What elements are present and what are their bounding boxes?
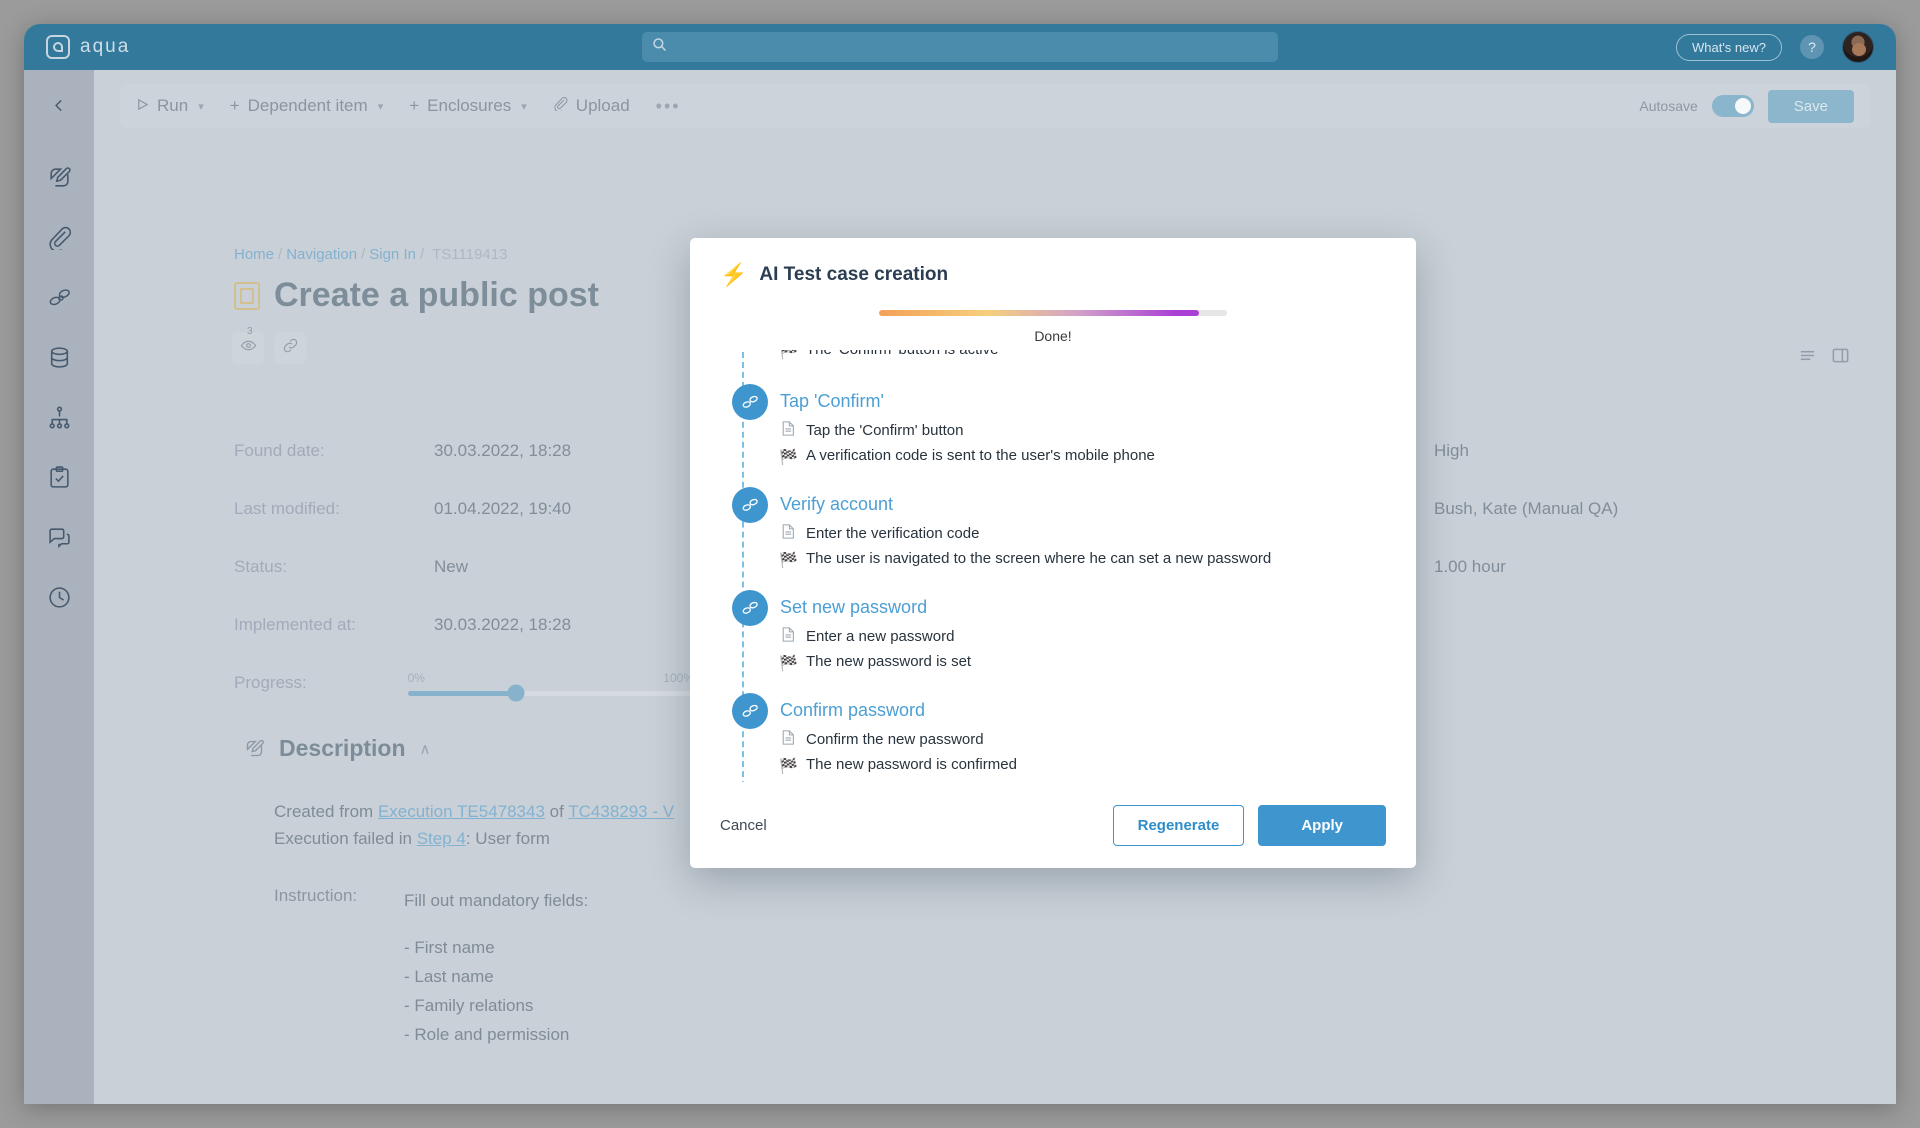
step-title: Verify account [780, 487, 1386, 515]
sidebar-item-history-icon[interactable] [42, 580, 76, 614]
collapse-panel-icon[interactable] [42, 88, 76, 122]
step-expected-text: The new password is confirmed [806, 753, 1017, 776]
flag-icon: 🏁 [780, 547, 797, 572]
sidebar-item-hierarchy-icon[interactable] [42, 400, 76, 434]
document-icon [780, 419, 797, 436]
apply-button[interactable]: Apply [1258, 805, 1386, 846]
step-expected-text: A verification code is sent to the user'… [806, 444, 1155, 467]
step-action: Tap the 'Confirm' button [780, 419, 1386, 442]
step-expected-text: The user is navigated to the screen wher… [806, 547, 1271, 570]
step-action: Confirm the new password [780, 728, 1386, 751]
step-footprints-icon [732, 487, 768, 523]
modal-footer: Cancel Regenerate Apply [690, 782, 1416, 868]
step-expected: 🏁 The new password is confirmed [780, 753, 1386, 778]
lightning-bolt-icon: ⚡ [720, 264, 747, 286]
step-expected: 🏁 A verification code is sent to the use… [780, 444, 1386, 469]
sidebar-item-edit-icon[interactable] [42, 160, 76, 194]
step-action-text: Enter a new password [806, 625, 954, 648]
search-icon [652, 37, 667, 57]
sidebar-item-test-steps-icon[interactable] [42, 280, 76, 314]
step-expected: 🏁 The user is navigated to the screen wh… [780, 547, 1386, 572]
step-action: Enter the verification code [780, 522, 1386, 545]
document-icon [780, 728, 797, 745]
app-body: Run ▾ + Dependent item ▾ + Enclosures ▾ [24, 70, 1896, 1104]
main-content: Run ▾ + Dependent item ▾ + Enclosures ▾ [94, 70, 1896, 1104]
sidebar-item-database-icon[interactable] [42, 340, 76, 374]
generated-step: Tap 'Confirm' Tap the 'Confirm' button [728, 384, 1386, 469]
step-title: Confirm password [780, 693, 1386, 721]
top-header-bar: aqua What's new? ? [24, 24, 1896, 70]
screen-root: aqua What's new? ? [0, 0, 1920, 1128]
document-icon [780, 625, 797, 642]
step-action-text: Enter the verification code [806, 522, 979, 545]
generated-steps-list[interactable]: 🏁 The 'Confirm' button is active [690, 350, 1416, 782]
step-title: Set new password [780, 590, 1386, 618]
step-footprints-icon [732, 590, 768, 626]
help-icon[interactable]: ? [1800, 35, 1824, 59]
whats-new-button[interactable]: What's new? [1676, 34, 1782, 61]
modal-header: ⚡ AI Test case creation [690, 238, 1416, 286]
step-action-text: Tap the 'Confirm' button [806, 419, 963, 442]
modal-primary-actions: Regenerate Apply [1113, 805, 1386, 846]
flag-icon: 🏁 [780, 350, 797, 362]
left-icon-rail [24, 70, 94, 1104]
step-footprints-icon [732, 693, 768, 729]
generation-progress: Done! [690, 286, 1416, 344]
top-header-actions: What's new? ? [1676, 31, 1874, 63]
cancel-button[interactable]: Cancel [720, 817, 767, 834]
sidebar-item-attachment-icon[interactable] [42, 220, 76, 254]
generation-progress-label: Done! [690, 328, 1416, 344]
step-action-text: Confirm the new password [806, 728, 984, 751]
flag-icon: 🏁 [780, 650, 797, 675]
modal-title: AI Test case creation [759, 264, 948, 286]
step-action: Enter a new password [780, 625, 1386, 648]
generation-progress-bar [879, 310, 1227, 316]
app-window: aqua What's new? ? [24, 24, 1896, 1104]
sidebar-item-comments-icon[interactable] [42, 520, 76, 554]
app-logo[interactable]: aqua [46, 35, 130, 59]
regenerate-button[interactable]: Regenerate [1113, 805, 1245, 846]
document-icon [780, 522, 797, 539]
step-title: Tap 'Confirm' [780, 384, 1386, 412]
aqua-logo-icon [46, 35, 70, 59]
generated-step: Verify account Enter the verification co… [728, 487, 1386, 572]
sidebar-item-checklist-icon[interactable] [42, 460, 76, 494]
global-search[interactable] [642, 32, 1278, 62]
clipped-step-line: 🏁 The 'Confirm' button is active [728, 350, 1386, 362]
step-footprints-icon [732, 384, 768, 420]
step-expected-text: The new password is set [806, 650, 971, 673]
generated-step: Set new password Enter a new password [728, 590, 1386, 675]
user-avatar[interactable] [1842, 31, 1874, 63]
step-expected: 🏁 The new password is set [780, 650, 1386, 675]
generated-step: Confirm password Confirm the new passwor… [728, 693, 1386, 778]
clipped-expected-text: The 'Confirm' button is active [806, 350, 998, 361]
flag-icon: 🏁 [780, 753, 797, 778]
brand-name: aqua [80, 36, 130, 58]
flag-icon: 🏁 [780, 444, 797, 469]
ai-test-case-creation-dialog: ⚡ AI Test case creation Done! 🏁 [690, 238, 1416, 868]
search-input[interactable] [675, 40, 1268, 55]
